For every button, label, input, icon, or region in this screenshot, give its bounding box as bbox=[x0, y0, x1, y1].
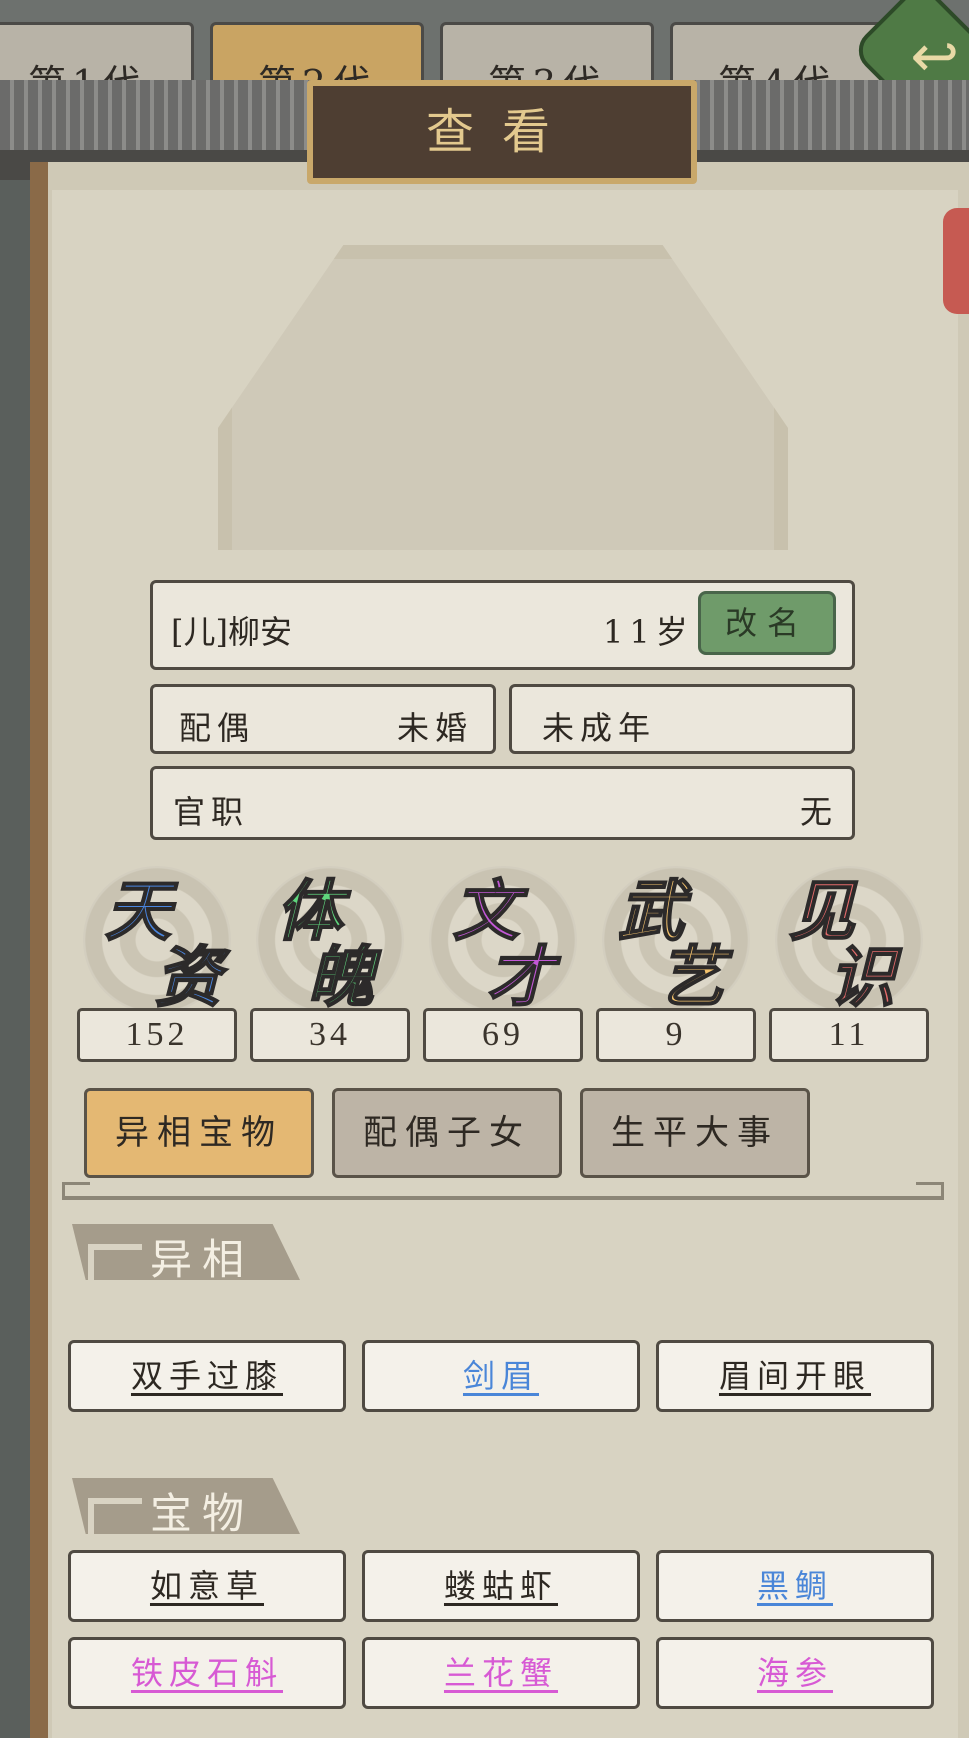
treasure-item[interactable]: 如意草 bbox=[68, 1550, 346, 1622]
trait-item[interactable]: 剑眉 bbox=[362, 1340, 640, 1412]
corner-decoration bbox=[916, 1182, 944, 1198]
stat-talent: 天 资 bbox=[77, 858, 237, 1018]
treasure-item[interactable]: 铁皮石斛 bbox=[68, 1637, 346, 1709]
corner-decoration bbox=[62, 1182, 90, 1198]
spouse-value: 未婚 bbox=[397, 709, 474, 747]
trait-item[interactable]: 眉间开眼 bbox=[656, 1340, 934, 1412]
stat-literary-bottom: 才 bbox=[486, 937, 554, 1017]
page-title: 查看 bbox=[307, 80, 697, 184]
office-value: 无 bbox=[799, 793, 832, 831]
trait-label: 双手过膝 bbox=[130, 1357, 283, 1395]
trait-label: 眉间开眼 bbox=[718, 1357, 871, 1395]
spouse-row: 配偶 未婚 bbox=[150, 684, 496, 754]
stat-martial-value: 9 bbox=[596, 1008, 756, 1062]
office-row: 官职 无 bbox=[150, 766, 855, 840]
character-portrait bbox=[330, 205, 674, 553]
treasure-label: 黑鲷 bbox=[756, 1567, 833, 1605]
stat-talent-value: 152 bbox=[77, 1008, 237, 1062]
tab-life-events[interactable]: 生平大事 bbox=[580, 1088, 810, 1178]
stat-physique-bottom: 魄 bbox=[307, 937, 375, 1017]
divider bbox=[62, 1196, 944, 1200]
tab-spouse-children[interactable]: 配偶子女 bbox=[332, 1088, 562, 1178]
character-age: 11岁 bbox=[603, 613, 694, 651]
stat-martial: 武 艺 bbox=[596, 858, 756, 1018]
office-label: 官职 bbox=[173, 793, 250, 831]
name-row: [儿]柳安 11岁 改名 bbox=[150, 580, 855, 670]
stat-physique-value: 34 bbox=[250, 1008, 410, 1062]
stat-literary-value: 69 bbox=[423, 1008, 583, 1062]
rename-button[interactable]: 改名 bbox=[698, 591, 836, 655]
stat-insight-bottom: 识 bbox=[828, 937, 896, 1017]
stat-talent-bottom: 资 bbox=[154, 937, 222, 1017]
stat-insight: 见 识 bbox=[769, 858, 929, 1018]
treasure-label: 铁皮石斛 bbox=[130, 1654, 283, 1692]
trait-label: 剑眉 bbox=[462, 1357, 539, 1395]
treasure-label: 海参 bbox=[756, 1654, 833, 1692]
stat-literary: 文 才 bbox=[423, 858, 583, 1018]
stat-martial-bottom: 艺 bbox=[657, 937, 725, 1017]
character-name: [儿]柳安 bbox=[171, 613, 292, 651]
header-decoration bbox=[88, 1498, 142, 1534]
treasure-label: 如意草 bbox=[149, 1567, 264, 1605]
trait-item[interactable]: 双手过膝 bbox=[68, 1340, 346, 1412]
adult-status-row: 未成年 bbox=[509, 684, 855, 754]
treasure-label: 兰花蟹 bbox=[443, 1654, 558, 1692]
adult-status: 未成年 bbox=[542, 709, 657, 747]
treasures-header: 宝物 bbox=[150, 1489, 255, 1538]
side-tab[interactable] bbox=[943, 208, 969, 314]
treasure-label: 蝼蛄虾 bbox=[443, 1567, 558, 1605]
tab-traits-treasures[interactable]: 异相宝物 bbox=[84, 1088, 314, 1178]
treasure-item[interactable]: 蝼蛄虾 bbox=[362, 1550, 640, 1622]
stat-physique: 体 魄 bbox=[250, 858, 410, 1018]
treasure-item[interactable]: 黑鲷 bbox=[656, 1550, 934, 1622]
traits-header: 异相 bbox=[150, 1235, 255, 1284]
treasure-item[interactable]: 兰花蟹 bbox=[362, 1637, 640, 1709]
header-decoration bbox=[88, 1244, 142, 1280]
spouse-label: 配偶 bbox=[179, 709, 256, 747]
treasure-item[interactable]: 海参 bbox=[656, 1637, 934, 1709]
stat-insight-value: 11 bbox=[769, 1008, 929, 1062]
